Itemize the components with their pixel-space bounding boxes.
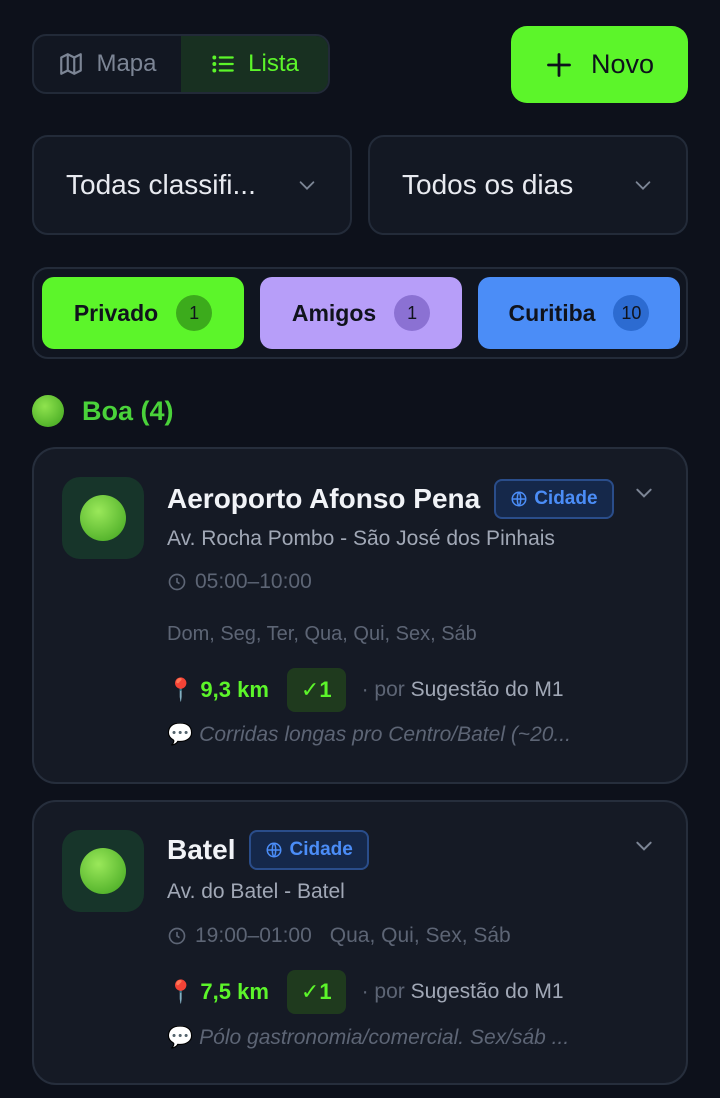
classification-filter[interactable]: Todas classifi... [32, 135, 352, 235]
green-circle-icon [80, 848, 126, 894]
spot-note-text: Corridas longas pro Centro/Batel (~20... [199, 723, 571, 746]
spot-distance: 📍 9,3 km [167, 677, 269, 703]
tag-label: Amigos [291, 299, 377, 326]
tag-label: Curitiba [508, 299, 596, 326]
spot-avatar [62, 477, 144, 559]
author-name: Sugestão do M1 [410, 980, 564, 1003]
tag-curitiba[interactable]: Curitiba 10 [478, 277, 680, 349]
globe-icon [511, 491, 527, 507]
pin-icon: 📍 [167, 677, 195, 702]
tag-count: 1 [176, 295, 213, 331]
globe-icon [266, 842, 282, 858]
spot-title-row: Aeroporto Afonso Pena Cidade [167, 479, 614, 519]
scope-badge-label: Cidade [289, 839, 353, 860]
group-heading: Boa (4) [32, 394, 174, 428]
scope-badge: Cidade [494, 479, 614, 519]
spot-avatar [62, 830, 144, 912]
spot-title-row: Batel Cidade [167, 830, 369, 870]
spot-author: · por Sugestão do M1 [362, 678, 564, 702]
spot-name: Batel [167, 834, 236, 865]
by-label: · por [361, 980, 405, 1003]
confirm-button[interactable]: ✓1 [286, 970, 346, 1014]
spot-note: 💬 Pólo gastronomia/comercial. Sex/sáb ..… [167, 1026, 607, 1050]
spot-stats: 📍 7,5 km ✓1 · por Sugestão do M1 [167, 970, 564, 1014]
spot-address: Av. do Batel - Batel [167, 880, 345, 903]
tag-label: Privado [73, 299, 159, 326]
new-button-label: Novo [590, 49, 655, 79]
spot-note-text: Pólo gastronomia/comercial. Sex/sáb ... [199, 1026, 570, 1049]
list-view-button[interactable]: Lista [181, 36, 328, 92]
chevron-down-icon [635, 181, 651, 190]
spot-card[interactable]: Batel Cidade Av. do Batel - Batel 19:00–… [32, 800, 688, 1085]
list-icon [212, 55, 234, 73]
spot-note: 💬 Corridas longas pro Centro/Batel (~20.… [167, 723, 607, 747]
spot-card[interactable]: Aeroporto Afonso Pena Cidade Av. Rocha P… [32, 447, 688, 784]
spot-author: · por Sugestão do M1 [362, 980, 564, 1004]
by-label: · por [361, 678, 405, 701]
spot-days: Dom, Seg, Ter, Qua, Qui, Sex, Sáb [167, 623, 477, 645]
spot-distance-text: 7,5 km [200, 979, 269, 1004]
spot-name: Aeroporto Afonso Pena [167, 483, 481, 514]
speech-bubble-icon: 💬 [167, 723, 194, 746]
clock-icon [168, 927, 186, 945]
tag-amigos[interactable]: Amigos 1 [260, 277, 462, 349]
new-button[interactable]: Novo [511, 26, 688, 103]
spot-hours: 05:00–10:00 [167, 570, 312, 594]
green-circle-icon [80, 495, 126, 541]
tag-privado[interactable]: Privado 1 [42, 277, 244, 349]
list-view-label: Lista [248, 50, 299, 77]
green-circle-icon [32, 395, 64, 427]
spot-hours: 19:00–01:00 Qua, Qui, Sex, Sáb [167, 924, 511, 948]
tag-count: 10 [613, 295, 650, 331]
expand-chevron-icon[interactable] [634, 836, 654, 856]
chevron-down-icon [299, 181, 315, 190]
spot-address: Av. Rocha Pombo - São José dos Pinhais [167, 527, 555, 550]
map-icon [60, 53, 83, 75]
author-name: Sugestão do M1 [410, 678, 564, 701]
spot-hours-text: 19:00–01:00 [195, 924, 312, 947]
clock-icon [168, 573, 186, 591]
map-view-label: Mapa [96, 50, 157, 77]
spot-days: Qua, Qui, Sex, Sáb [329, 924, 511, 947]
classification-filter-value: Todas classifi... [66, 169, 256, 200]
spot-hours-text: 05:00–10:00 [195, 570, 312, 593]
map-view-button[interactable]: Mapa [34, 36, 181, 92]
spot-distance: 📍 7,5 km [167, 979, 269, 1005]
pin-icon: 📍 [167, 979, 195, 1004]
spot-stats: 📍 9,3 km ✓1 · por Sugestão do M1 [167, 668, 564, 712]
tag-count: 1 [394, 295, 431, 331]
days-filter[interactable]: Todos os dias [368, 135, 688, 235]
scope-badge-label: Cidade [534, 488, 598, 509]
spot-distance-text: 9,3 km [200, 677, 269, 702]
confirm-button[interactable]: ✓1 [286, 668, 346, 712]
tag-filter-bar: Privado 1 Amigos 1 Curitiba 10 [32, 267, 688, 359]
plus-icon [547, 52, 571, 77]
scope-badge: Cidade [249, 830, 369, 870]
view-toggle: Mapa Lista [32, 34, 330, 94]
speech-bubble-icon: 💬 [167, 1026, 194, 1049]
expand-chevron-icon[interactable] [634, 483, 654, 503]
days-filter-value: Todos os dias [402, 169, 574, 200]
group-title: Boa (4) [82, 395, 174, 426]
